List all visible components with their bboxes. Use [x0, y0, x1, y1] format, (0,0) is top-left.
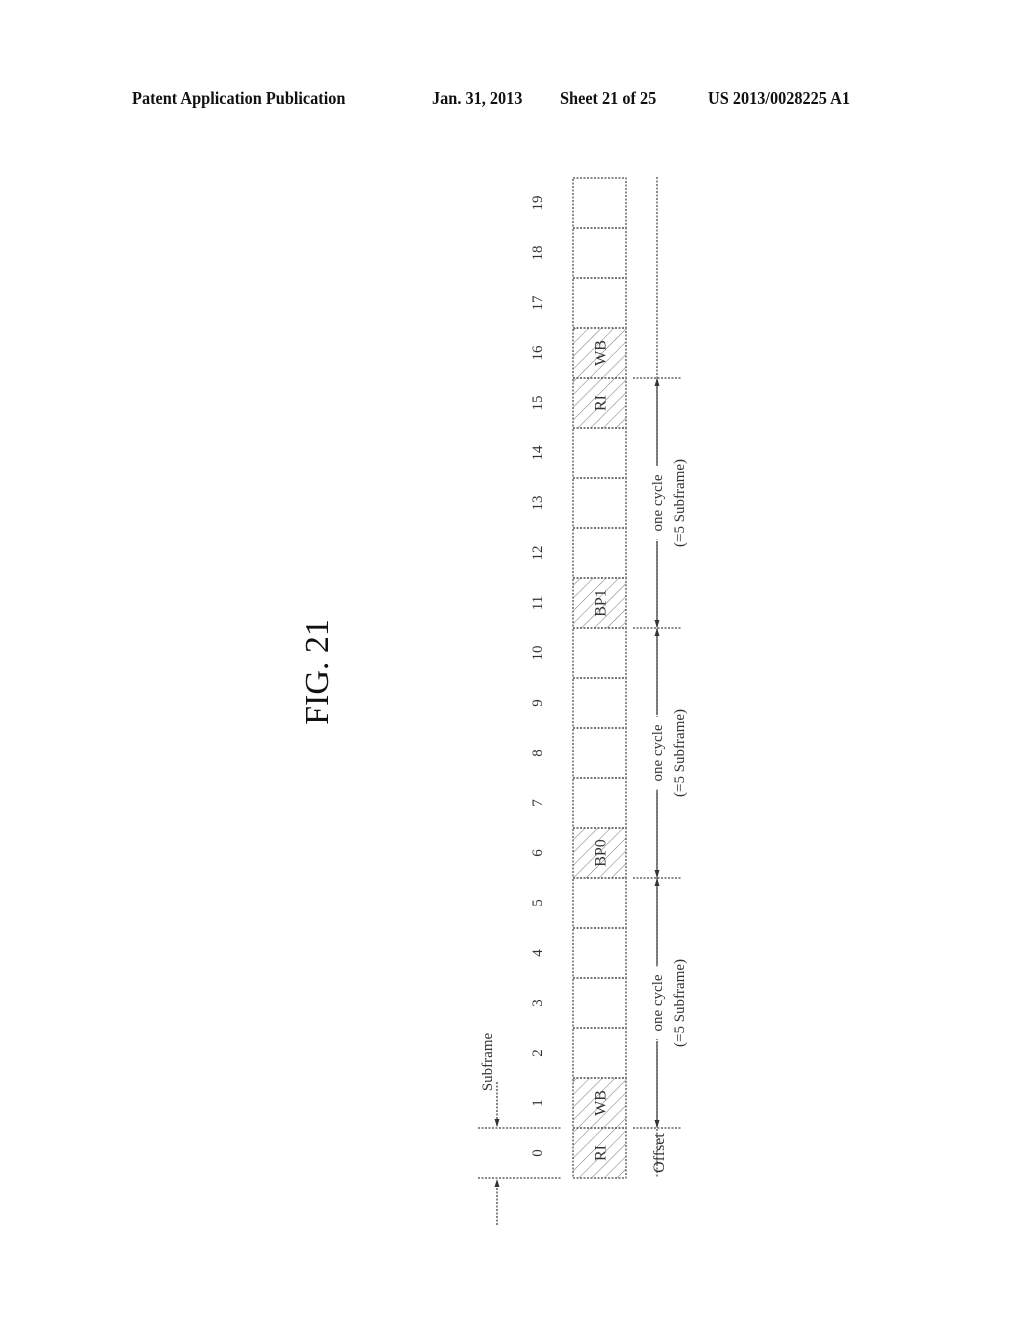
cell-label: RI — [593, 1145, 610, 1161]
subframe-index: 19 — [530, 196, 546, 211]
subframe-index: 8 — [530, 749, 546, 757]
cell-label: BP1 — [593, 589, 610, 617]
cycle-sublabel: (=5 Subframe) — [672, 459, 688, 547]
subframe-cell — [572, 427, 627, 479]
subframe-cell: RI — [572, 377, 627, 429]
cell-border — [572, 927, 627, 979]
subframe-cell: WB — [572, 1077, 627, 1129]
cell-border — [572, 627, 627, 679]
subframe-index: 15 — [530, 396, 546, 411]
subframe-cell — [572, 927, 627, 979]
cell-label: BP0 — [593, 839, 610, 867]
subframe-index: 9 — [530, 699, 546, 707]
subframe-diagram: FIG. 21 RIWBBP0BP1RIWB 01234567891011121… — [299, 177, 688, 1225]
cell-border — [572, 777, 627, 829]
subframe-index: 12 — [530, 546, 546, 561]
cell-border — [572, 277, 627, 329]
cell-border — [572, 227, 627, 279]
subframe-index: 13 — [530, 496, 546, 511]
subframe-index: 17 — [530, 295, 546, 311]
subframe-dim-label: Subframe — [480, 1033, 496, 1092]
subframe-cell — [572, 1027, 627, 1079]
subframe-cell: WB — [572, 327, 627, 379]
cell-border — [572, 727, 627, 779]
cell-border — [572, 527, 627, 579]
subframe-column: RI WB BP0 BP1 RI WB — [572, 177, 627, 1179]
subframe-cell — [572, 477, 627, 529]
subframe-cell — [572, 227, 627, 279]
subframe-cell: BP1 — [572, 577, 627, 629]
subframe-index: 14 — [530, 445, 546, 461]
cycle-label: one cycle — [650, 474, 666, 531]
subframe-index-labels: 012345678910111213141516171819 — [530, 196, 546, 1157]
figure-title: FIG. 21 — [299, 619, 336, 725]
subframe-cell: RI — [572, 1127, 627, 1179]
cycle-sublabel: (=5 Subframe) — [672, 709, 688, 797]
subframe-cell — [572, 977, 627, 1029]
subframe-index: 3 — [530, 999, 546, 1007]
cell-border — [572, 877, 627, 929]
subframe-index: 5 — [530, 899, 546, 907]
cell-border — [572, 977, 627, 1029]
cell-border — [572, 177, 627, 229]
subframe-index: 0 — [530, 1149, 546, 1157]
cell-label: WB — [593, 1090, 610, 1116]
subframe-cell: BP0 — [572, 827, 627, 879]
subframe-cell — [572, 727, 627, 779]
cell-label: RI — [593, 395, 610, 411]
subframe-index: 10 — [530, 646, 546, 661]
cycle-label: one cycle — [650, 974, 666, 1031]
subframe-cell — [572, 627, 627, 679]
subframe-index: 1 — [530, 1099, 546, 1107]
cell-border — [572, 427, 627, 479]
cell-border — [572, 477, 627, 529]
subframe-cell — [572, 177, 627, 229]
subframe-cell — [572, 677, 627, 729]
cell-label: WB — [593, 340, 610, 366]
subframe-cell — [572, 527, 627, 579]
subframe-index: 4 — [530, 949, 546, 957]
cycle-label: one cycle — [650, 724, 666, 781]
offset-label: Offset — [651, 1133, 668, 1173]
cell-border — [572, 677, 627, 729]
subframe-index: 16 — [530, 345, 546, 361]
subframe-index: 11 — [530, 596, 546, 610]
subframe-cell — [572, 877, 627, 929]
cycle-sublabel: (=5 Subframe) — [672, 959, 688, 1047]
subframe-index: 18 — [530, 246, 546, 261]
subframe-index: 2 — [530, 1049, 546, 1057]
cell-border — [572, 1027, 627, 1079]
subframe-cell — [572, 777, 627, 829]
subframe-index: 7 — [530, 799, 546, 807]
subframe-cell — [572, 277, 627, 329]
subframe-index: 6 — [530, 849, 546, 857]
